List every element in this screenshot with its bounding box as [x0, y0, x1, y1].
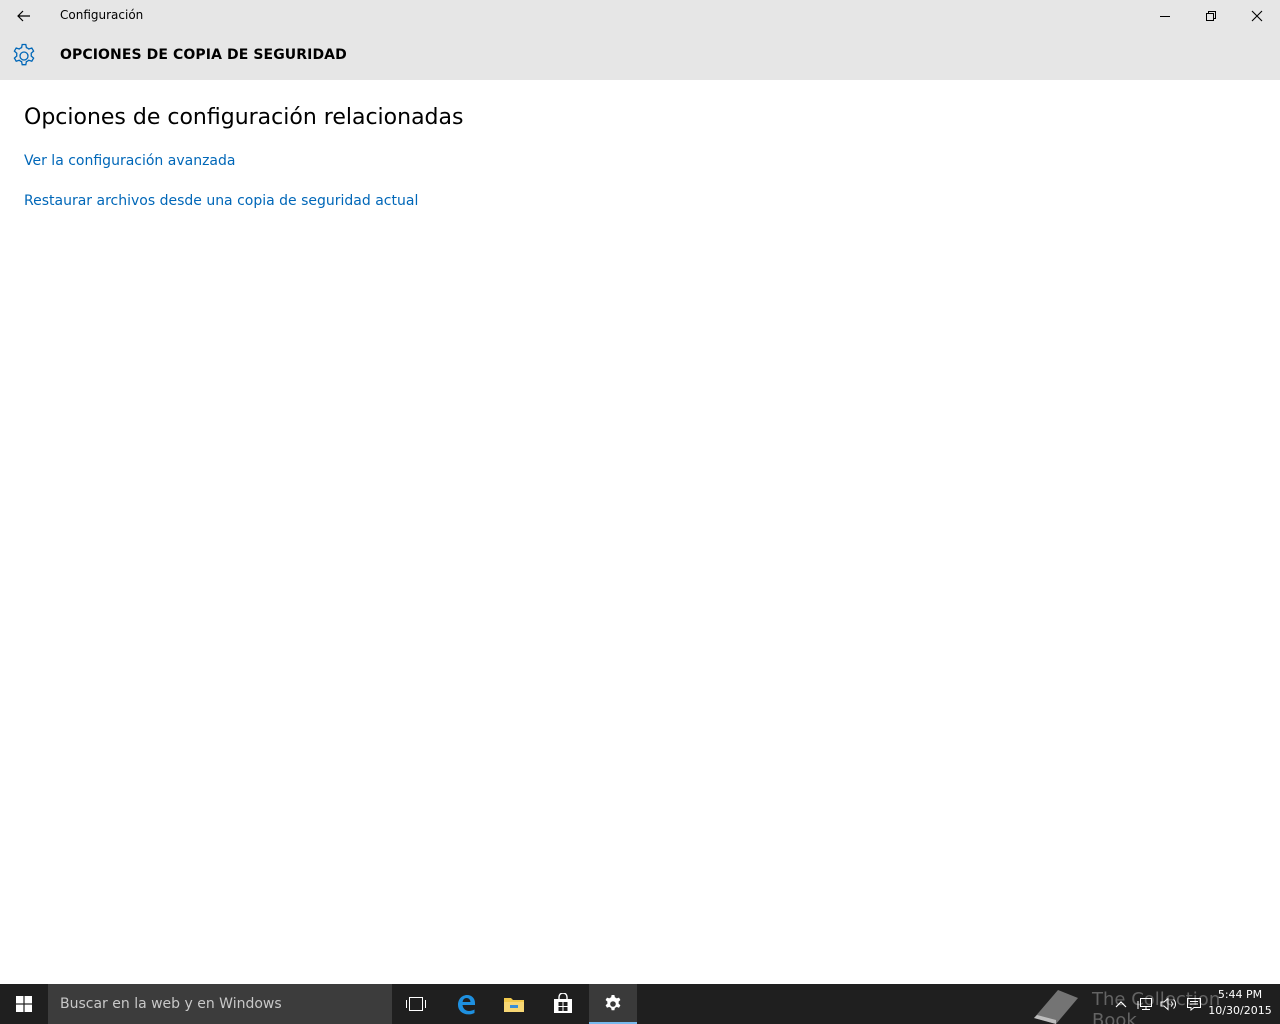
search-input[interactable]: Buscar en la web y en Windows — [48, 984, 392, 1024]
store-icon — [554, 993, 572, 1013]
search-placeholder: Buscar en la web y en Windows — [60, 996, 282, 1012]
folder-icon — [504, 998, 524, 1012]
start-button[interactable] — [0, 984, 48, 1024]
windows-logo-icon — [16, 996, 32, 1012]
minimize-button[interactable] — [1142, 0, 1188, 32]
content-area: Opciones de configuración relacionadas V… — [0, 80, 1280, 984]
edge-icon — [458, 995, 475, 1015]
volume-button[interactable] — [1157, 984, 1181, 1024]
network-button[interactable] — [1133, 984, 1157, 1024]
arrow-left-icon — [17, 10, 30, 22]
close-button[interactable] — [1234, 0, 1280, 32]
task-view-button[interactable] — [392, 984, 440, 1024]
advanced-settings-link[interactable]: Ver la configuración avanzada — [24, 153, 235, 169]
minimize-icon — [1160, 16, 1170, 17]
network-icon — [1137, 998, 1152, 1010]
restore-button[interactable] — [1188, 0, 1234, 32]
volume-icon — [1160, 997, 1176, 1011]
gear-icon — [13, 43, 35, 66]
section-title: Opciones de configuración relacionadas — [24, 105, 464, 130]
store-button[interactable] — [539, 984, 587, 1024]
taskbar: Buscar en la web y en Windows The Collec… — [0, 984, 1280, 1024]
settings-icon — [605, 995, 621, 1011]
title-bar: Configuración — [0, 0, 1280, 32]
close-icon — [1251, 10, 1263, 22]
settings-taskbar-button[interactable] — [589, 984, 637, 1024]
page-title: OPCIONES DE COPIA DE SEGURIDAD — [60, 47, 347, 63]
notification-icon — [1187, 998, 1201, 1011]
restore-files-link[interactable]: Restaurar archivos desde una copia de se… — [24, 193, 418, 209]
chevron-up-icon — [1115, 1001, 1127, 1008]
task-view-icon — [406, 997, 426, 1011]
show-hidden-icons-button[interactable] — [1109, 984, 1133, 1024]
clock-time: 5:44 PM — [1217, 988, 1263, 1001]
page-header: OPCIONES DE COPIA DE SEGURIDAD — [0, 32, 1280, 80]
back-button[interactable] — [0, 0, 48, 32]
action-center-button[interactable] — [1182, 984, 1206, 1024]
book-icon — [1034, 990, 1078, 1024]
edge-button[interactable] — [442, 984, 490, 1024]
file-explorer-button[interactable] — [490, 984, 538, 1024]
window-title: Configuración — [60, 8, 144, 22]
clock-date: 10/30/2015 — [1208, 1004, 1272, 1017]
clock[interactable]: 5:44 PM 10/30/2015 — [1208, 987, 1272, 1019]
restore-icon — [1206, 11, 1216, 21]
